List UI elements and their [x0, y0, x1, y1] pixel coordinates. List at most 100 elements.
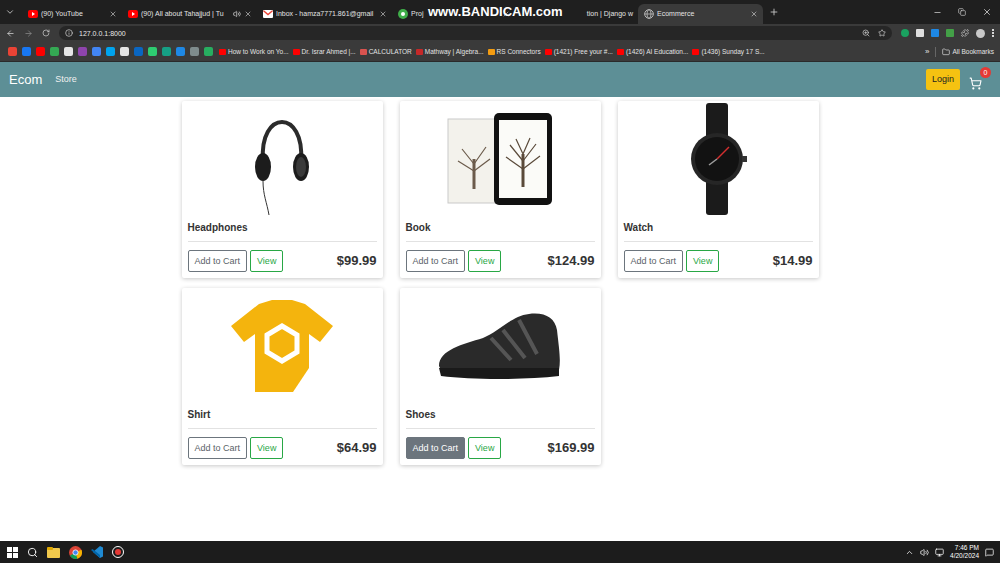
view-button[interactable]: View: [468, 250, 501, 272]
bookmark-item[interactable]: Mathway | Algebra...: [416, 47, 484, 56]
globe-icon: [644, 9, 654, 19]
tray-overflow-icon[interactable]: [905, 548, 914, 557]
product-card: ShirtAdd to CartView$64.99: [182, 288, 383, 465]
bookmark-favicon-icon[interactable]: [92, 47, 101, 56]
close-tab-icon[interactable]: [109, 10, 117, 18]
notifications-icon[interactable]: [985, 548, 994, 557]
extension-icon[interactable]: [931, 29, 939, 37]
product-card: HeadphonesAdd to CartView$99.99: [182, 101, 383, 278]
bookmark-favicon-icon[interactable]: [36, 47, 45, 56]
extensions-icon[interactable]: [961, 29, 969, 37]
search-icon[interactable]: [27, 547, 38, 558]
site-info-icon[interactable]: [65, 29, 73, 37]
cart-button[interactable]: 0: [969, 70, 991, 90]
browser-tab[interactable]: (90) YouTube: [22, 4, 122, 24]
add-to-cart-button[interactable]: Add to Cart: [188, 250, 248, 272]
bookmark-favicon-icon[interactable]: [120, 47, 129, 56]
add-to-cart-button[interactable]: Add to Cart: [624, 250, 684, 272]
bookmark-favicon-icon[interactable]: [64, 47, 73, 56]
bookmark-favicon-icon[interactable]: [148, 47, 157, 56]
reload-icon[interactable]: [42, 29, 50, 37]
bookmark-favicon-icon: [360, 49, 367, 55]
gmail-icon: [263, 10, 273, 18]
all-bookmarks-button[interactable]: All Bookmarks: [942, 47, 994, 56]
more-bookmarks-button[interactable]: »: [925, 47, 929, 56]
close-tab-icon[interactable]: [750, 10, 758, 18]
minimize-icon[interactable]: [933, 8, 942, 17]
bookmark-item[interactable]: CALCULATOR: [360, 47, 412, 56]
close-tab-icon[interactable]: [379, 10, 387, 18]
youtube-icon: [128, 10, 138, 18]
add-to-cart-button[interactable]: Add to Cart: [406, 250, 466, 272]
restore-icon[interactable]: [958, 8, 966, 16]
back-icon[interactable]: [6, 29, 15, 38]
bookmark-favicon-icon: [488, 49, 495, 55]
browser-tab[interactable]: (90) All about Tahajjud | Tu: [122, 4, 257, 24]
bookmark-favicon-icon[interactable]: [8, 47, 17, 56]
chrome-icon[interactable]: [69, 546, 82, 559]
extension-icon[interactable]: [946, 29, 954, 37]
speaker-icon[interactable]: [233, 10, 241, 18]
file-explorer-icon[interactable]: [47, 547, 60, 558]
bookmark-favicon-icon[interactable]: [106, 47, 115, 56]
network-icon[interactable]: [935, 548, 944, 557]
product-price: $99.99: [337, 253, 377, 269]
close-tab-icon[interactable]: [244, 10, 252, 18]
view-button[interactable]: View: [250, 250, 283, 272]
product-image: [182, 288, 383, 403]
bookmark-item[interactable]: RS Connectors: [488, 47, 541, 56]
view-button[interactable]: View: [686, 250, 719, 272]
watch-image: [683, 103, 753, 215]
bookmark-favicon-icon[interactable]: [204, 47, 213, 56]
close-window-icon[interactable]: [982, 7, 992, 17]
product-image: [618, 101, 819, 216]
login-button[interactable]: Login: [926, 69, 960, 90]
bookmark-item[interactable]: (1436) Sunday 17 S...: [692, 47, 764, 56]
browser-tab[interactable]: Inbox - hamza7771.861@gmail: [257, 4, 392, 24]
menu-icon[interactable]: [992, 29, 994, 37]
windows-start-icon[interactable]: [7, 547, 18, 558]
profile-icon[interactable]: [976, 29, 985, 38]
add-to-cart-button[interactable]: Add to Cart: [188, 437, 248, 459]
shoes-image: [433, 308, 567, 384]
bookmark-favicon-icon[interactable]: [190, 47, 199, 56]
nav-link[interactable]: Store: [55, 74, 77, 85]
clock[interactable]: 7:46 PM4/20/2024: [950, 544, 979, 560]
tab-search-icon[interactable]: [5, 7, 15, 17]
product-image: [400, 101, 601, 216]
folder-icon: [942, 48, 950, 56]
bookmark-item[interactable]: (1426) AI Education...: [617, 47, 689, 56]
bookmark-favicon-icon: [617, 49, 624, 55]
view-button[interactable]: View: [250, 437, 283, 459]
tab-title: tion | Django w: [587, 9, 633, 19]
browser-toolbar: 127.0.0.1:8000: [0, 24, 1000, 42]
extension-icon[interactable]: [901, 29, 909, 37]
brand-link[interactable]: Ecom: [9, 72, 42, 87]
vscode-icon[interactable]: [91, 546, 103, 558]
recorder-icon[interactable]: [112, 546, 124, 558]
shirt-image: [227, 296, 337, 396]
address-bar[interactable]: 127.0.0.1:8000: [59, 26, 892, 40]
zoom-icon[interactable]: [862, 29, 870, 37]
view-button[interactable]: View: [468, 437, 501, 459]
bookmark-item[interactable]: (1421) Free your #...: [545, 47, 613, 56]
bookmark-star-icon[interactable]: [878, 29, 886, 37]
bookmark-favicon-icon[interactable]: [78, 47, 87, 56]
product-price: $14.99: [773, 253, 813, 269]
add-to-cart-button[interactable]: Add to Cart: [406, 437, 466, 459]
bookmark-item[interactable]: Dr. Israr Ahmed |...: [293, 47, 356, 56]
browser-tab[interactable]: Ecommerce: [638, 4, 763, 24]
product-price: $169.99: [548, 440, 595, 456]
bookmark-item[interactable]: How to Work on Yo...: [219, 47, 289, 56]
extension-icon[interactable]: [916, 29, 924, 37]
bookmark-favicon-icon[interactable]: [22, 47, 31, 56]
bookmark-favicon-icon: [692, 49, 699, 55]
new-tab-icon[interactable]: [769, 7, 779, 17]
forward-icon[interactable]: [24, 29, 33, 38]
bookmark-favicon-icon[interactable]: [134, 47, 143, 56]
bookmark-favicon-icon[interactable]: [162, 47, 171, 56]
volume-icon[interactable]: [920, 548, 929, 557]
bookmark-favicon-icon[interactable]: [50, 47, 59, 56]
bookmark-favicon-icon[interactable]: [176, 47, 185, 56]
recorder-watermark: www.BANDICAM.com: [428, 4, 563, 19]
